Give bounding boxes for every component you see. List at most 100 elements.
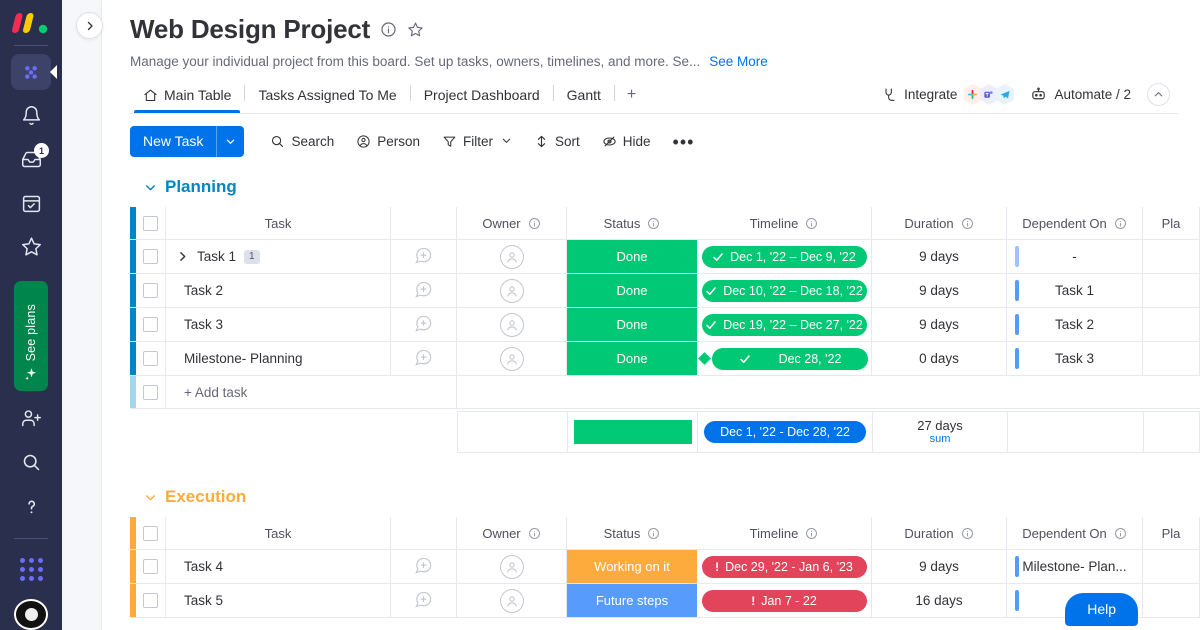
filter-button[interactable]: Filter xyxy=(432,128,522,155)
table-row[interactable]: Task 4 Working on it ! Dec 29, '22 - Jan… xyxy=(130,550,1200,584)
user-avatar-rail[interactable] xyxy=(14,599,48,630)
row-checkbox[interactable] xyxy=(143,249,158,264)
cell-dependent-on[interactable]: - xyxy=(1007,240,1143,273)
cell-updates[interactable] xyxy=(391,550,457,583)
cell-task[interactable]: Task 5 xyxy=(166,584,391,617)
rail-item-notifications[interactable] xyxy=(11,98,51,134)
column-header-duration[interactable]: Duration xyxy=(872,517,1007,549)
cell-timeline[interactable]: Dec 19, '22 – Dec 27, '22 xyxy=(697,308,872,341)
cell-task[interactable]: Task 3 xyxy=(166,308,391,341)
add-task-checkbox[interactable] xyxy=(143,384,158,400)
table-row[interactable]: Task 2 Done Dec 10, '22 – Dec 18, '22 9 … xyxy=(130,274,1200,308)
cell-owner[interactable] xyxy=(457,240,567,273)
row-checkbox[interactable] xyxy=(143,317,158,332)
cell-planned[interactable] xyxy=(1143,274,1200,307)
add-update-icon[interactable] xyxy=(414,348,433,370)
chevron-down-icon[interactable] xyxy=(144,181,157,194)
column-header-status[interactable]: Status xyxy=(567,517,697,549)
row-select-cell[interactable] xyxy=(136,308,166,341)
column-header-timeline[interactable]: Timeline xyxy=(697,207,872,239)
add-update-icon[interactable] xyxy=(414,590,433,612)
add-task-row[interactable]: + Add task xyxy=(130,376,1200,409)
person-icon[interactable] xyxy=(499,346,524,371)
table-row[interactable]: Task 1 1 Done Dec 1, '22 – Dec 9, '22 9 … xyxy=(130,240,1200,274)
rail-item-search[interactable] xyxy=(11,445,51,481)
info-icon[interactable] xyxy=(380,21,397,38)
column-header-planned[interactable]: Pla xyxy=(1143,207,1200,239)
row-checkbox[interactable] xyxy=(143,559,158,574)
timeline-pill[interactable]: Dec 10, '22 – Dec 18, '22 xyxy=(701,279,867,302)
rail-item-invite-members[interactable] xyxy=(11,401,51,437)
info-icon[interactable] xyxy=(961,217,974,230)
info-icon[interactable] xyxy=(528,217,541,230)
info-icon[interactable] xyxy=(1114,527,1127,540)
tab-gantt[interactable]: Gantt xyxy=(554,82,614,112)
chevron-down-icon[interactable] xyxy=(501,134,512,149)
info-icon[interactable] xyxy=(647,527,660,540)
see-plans-button[interactable]: See plans xyxy=(14,280,48,391)
status-badge[interactable]: Done xyxy=(567,342,697,375)
rail-item-favorites[interactable] xyxy=(11,229,51,265)
column-header-planned[interactable]: Pla xyxy=(1143,517,1200,549)
select-all-cell[interactable] xyxy=(136,517,166,549)
select-all-checkbox[interactable] xyxy=(143,215,158,231)
row-checkbox[interactable] xyxy=(143,283,158,298)
cell-owner[interactable] xyxy=(457,550,567,583)
timeline-pill[interactable]: Dec 28, '22 xyxy=(712,347,868,370)
cell-status[interactable]: Done xyxy=(567,308,697,341)
add-update-icon[interactable] xyxy=(414,280,433,302)
cell-status[interactable]: Done xyxy=(567,240,697,273)
row-select-cell[interactable] xyxy=(136,240,166,273)
cell-status[interactable]: Future steps xyxy=(567,584,697,617)
rail-item-help[interactable] xyxy=(11,489,51,525)
info-icon[interactable] xyxy=(961,527,974,540)
status-badge[interactable]: Done xyxy=(567,274,697,307)
add-task-label[interactable]: + Add task xyxy=(184,385,247,400)
cell-planned[interactable] xyxy=(1143,550,1200,583)
row-select-cell[interactable] xyxy=(136,584,166,617)
rail-item-my-work[interactable] xyxy=(11,185,51,221)
cell-updates[interactable] xyxy=(391,274,457,307)
timeline-pill[interactable]: ! Jan 7 - 22 xyxy=(701,589,867,612)
column-header-owner[interactable]: Owner xyxy=(457,517,567,549)
rail-item-workspace[interactable] xyxy=(11,53,57,90)
toolbar-more-button[interactable]: ••• xyxy=(663,131,705,153)
row-checkbox[interactable] xyxy=(143,351,158,366)
info-icon[interactable] xyxy=(647,217,660,230)
cell-planned[interactable] xyxy=(1143,584,1200,617)
hide-button[interactable]: Hide xyxy=(592,128,661,155)
add-view-button[interactable]: + xyxy=(615,81,648,113)
cell-timeline[interactable]: Dec 1, '22 – Dec 9, '22 xyxy=(697,240,872,273)
column-header-status[interactable]: Status xyxy=(567,207,697,239)
person-button[interactable]: Person xyxy=(346,128,430,155)
info-icon[interactable] xyxy=(528,527,541,540)
cell-owner[interactable] xyxy=(457,274,567,307)
status-badge[interactable]: Future steps xyxy=(567,584,697,617)
cell-status[interactable]: Done xyxy=(567,274,697,307)
column-header-owner[interactable]: Owner xyxy=(457,207,567,239)
see-more-link[interactable]: See More xyxy=(709,54,768,69)
tab-main-table[interactable]: Main Table xyxy=(130,82,244,113)
tab-project-dashboard[interactable]: Project Dashboard xyxy=(411,82,553,112)
rail-item-inbox[interactable]: 1 xyxy=(11,141,51,177)
info-icon[interactable] xyxy=(805,217,818,230)
timeline-pill[interactable]: ! Dec 29, '22 - Jan 6, '23 xyxy=(701,555,867,578)
rail-item-apps-grid[interactable] xyxy=(11,551,51,587)
add-update-icon[interactable] xyxy=(414,246,433,268)
cell-planned[interactable] xyxy=(1143,240,1200,273)
row-checkbox[interactable] xyxy=(143,593,158,608)
cell-updates[interactable] xyxy=(391,584,457,617)
cell-timeline[interactable]: ! Dec 29, '22 - Jan 6, '23 xyxy=(697,550,872,583)
summary-timeline[interactable]: Dec 1, '22 - Dec 28, '22 xyxy=(697,411,872,453)
expand-nav-button[interactable] xyxy=(76,12,103,39)
timeline-pill[interactable]: Dec 1, '22 – Dec 9, '22 xyxy=(701,245,867,268)
cell-planned[interactable] xyxy=(1143,308,1200,341)
cell-dependent-on[interactable]: Task 2 xyxy=(1007,308,1143,341)
add-update-icon[interactable] xyxy=(414,556,433,578)
person-icon[interactable] xyxy=(499,588,524,613)
person-icon[interactable] xyxy=(499,278,524,303)
cell-dependent-on[interactable]: Task 3 xyxy=(1007,342,1143,375)
cell-task[interactable]: Task 1 1 xyxy=(166,240,391,273)
search-button[interactable]: Search xyxy=(260,128,344,155)
cell-status[interactable]: Working on it xyxy=(567,550,697,583)
